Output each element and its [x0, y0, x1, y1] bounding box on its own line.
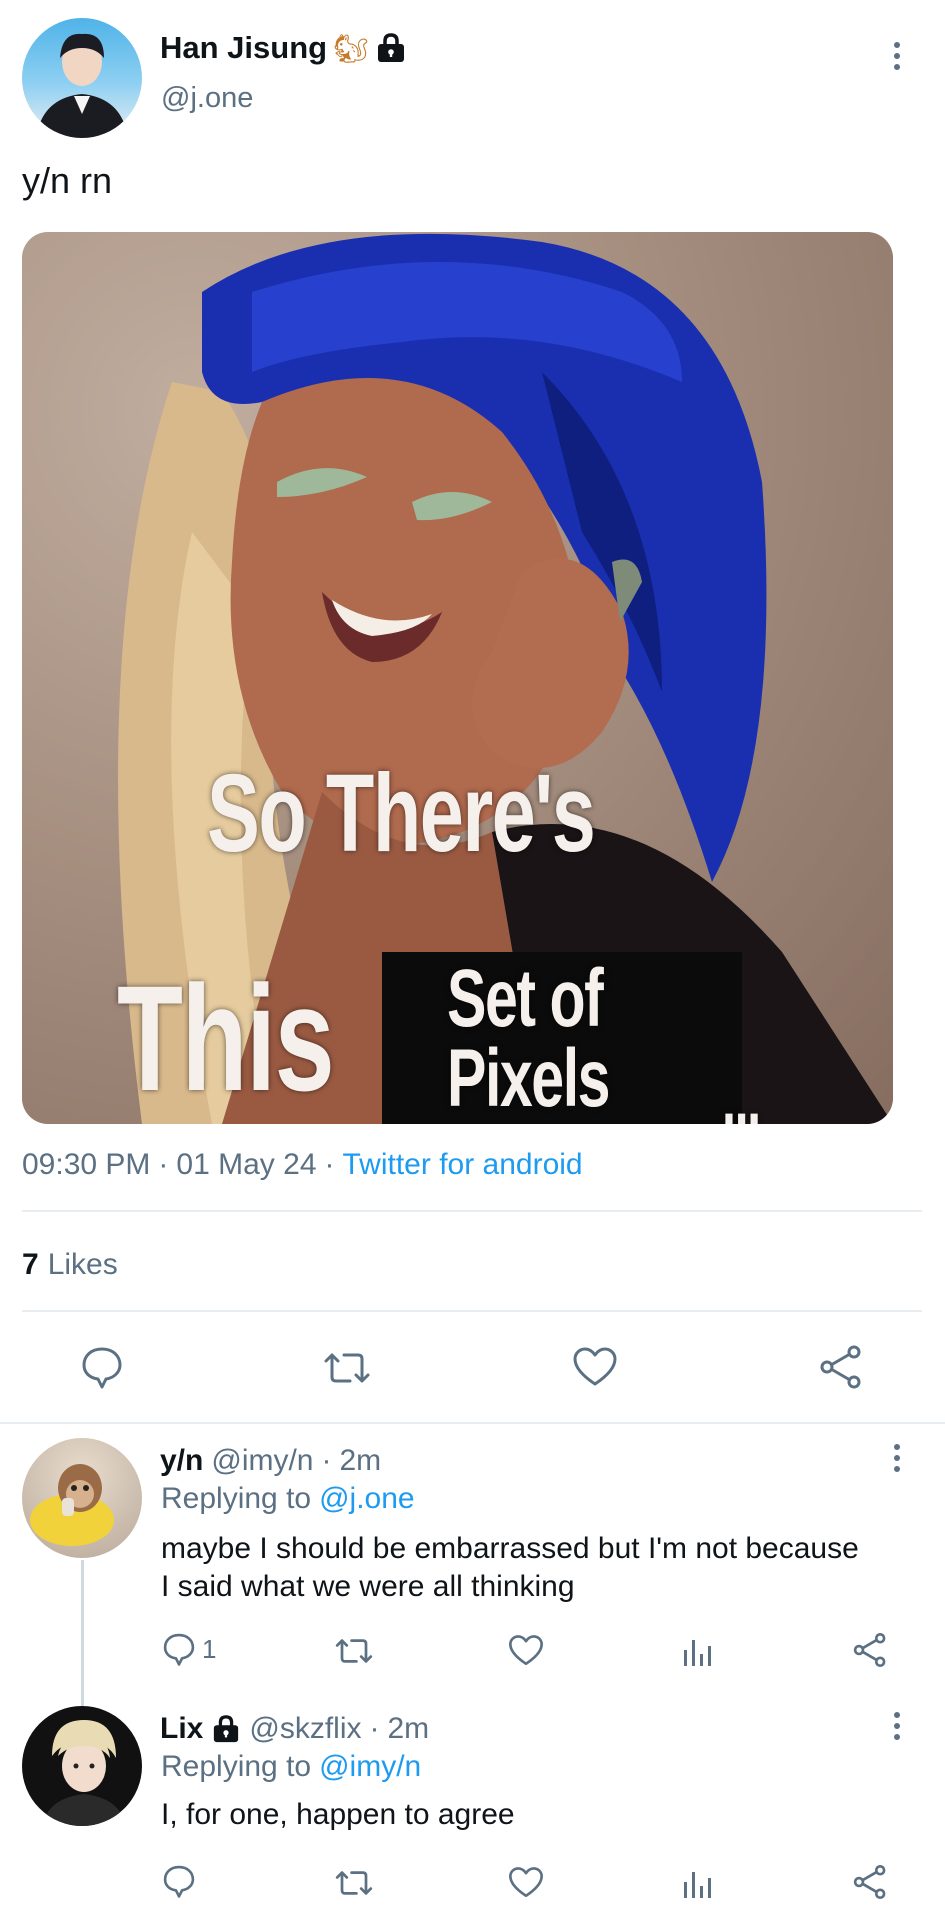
reply-icon[interactable] — [162, 1864, 196, 1898]
analytics-icon[interactable] — [682, 1866, 714, 1900]
reply-text: maybe I should be embarrassed but I'm no… — [161, 1530, 859, 1606]
heart-icon[interactable] — [508, 1634, 544, 1667]
retweet-icon[interactable] — [334, 1866, 374, 1900]
thread-line — [81, 1560, 84, 1710]
share-icon[interactable] — [852, 1864, 888, 1900]
author-name[interactable]: Han Jisung — [160, 30, 327, 66]
reply-text-line: maybe I should be embarrassed but I'm no… — [161, 1532, 859, 1565]
meme-caption-line1: So There's — [207, 752, 596, 875]
author-handle[interactable]: @j.one — [161, 82, 253, 115]
separator-dot: · — [158, 1148, 169, 1181]
meme-caption-pixels: Pixels — [447, 1033, 610, 1124]
more-vertical-icon[interactable] — [882, 1706, 912, 1746]
analytics-icon[interactable] — [682, 1634, 714, 1668]
meme-caption-dots: ... — [722, 1061, 761, 1124]
author-avatar[interactable] — [22, 18, 142, 138]
tweet-source-link[interactable]: Twitter for android — [343, 1148, 583, 1182]
heart-icon[interactable] — [572, 1346, 618, 1388]
separator-dot: · — [369, 1712, 380, 1745]
lock-icon — [211, 1715, 241, 1743]
likes-count[interactable]: 7 Likes — [22, 1248, 118, 1282]
reply-action[interactable]: 1 — [162, 1632, 216, 1666]
divider — [22, 1310, 922, 1312]
separator-dot: · — [324, 1148, 335, 1181]
likes-number: 7 — [22, 1248, 39, 1281]
meme-caption-this: This — [117, 954, 335, 1122]
reply-text: I, for one, happen to agree — [161, 1798, 515, 1831]
more-vertical-icon[interactable] — [882, 1438, 912, 1478]
reply-avatar[interactable] — [22, 1438, 142, 1558]
tweet-image[interactable]: So There's This Set of Pixels ... — [22, 232, 893, 1124]
squirrel-emoji: 🐿 — [333, 32, 369, 64]
retweet-icon[interactable] — [322, 1347, 372, 1389]
replying-to-label: Replying to — [161, 1482, 312, 1515]
reply-author-name[interactable]: y/n — [160, 1444, 203, 1478]
replying-to-link[interactable]: @imy/n — [319, 1750, 421, 1784]
reply-count: 1 — [202, 1633, 217, 1664]
reply-icon[interactable] — [80, 1345, 124, 1389]
reply-text-line: I said what we were all thinking — [161, 1570, 575, 1603]
tweet-text: y/n rn — [22, 160, 113, 201]
tweet-time: 09:30 PM — [22, 1148, 151, 1181]
reply-time: 2m — [387, 1712, 430, 1745]
heart-icon[interactable] — [508, 1866, 544, 1899]
lock-icon — [375, 33, 407, 63]
likes-label: Likes — [47, 1248, 118, 1281]
divider — [22, 1210, 922, 1212]
share-icon[interactable] — [818, 1344, 864, 1390]
reply-time: 2m — [339, 1444, 382, 1477]
reply-author-name[interactable]: Lix — [160, 1712, 203, 1746]
replying-to-link[interactable]: @j.one — [319, 1482, 415, 1516]
more-vertical-icon[interactable] — [882, 36, 912, 76]
reply-icon — [162, 1632, 196, 1666]
retweet-icon[interactable] — [334, 1634, 374, 1668]
reply-handle[interactable]: @skzflix — [249, 1712, 361, 1746]
separator-dot: · — [321, 1444, 332, 1477]
replying-to-label: Replying to — [161, 1750, 312, 1783]
section-divider — [0, 1422, 945, 1424]
reply-handle[interactable]: @imy/n — [211, 1444, 313, 1478]
tweet-date: 01 May 24 — [176, 1148, 317, 1181]
reply-avatar[interactable] — [22, 1706, 142, 1826]
share-icon[interactable] — [852, 1632, 888, 1668]
